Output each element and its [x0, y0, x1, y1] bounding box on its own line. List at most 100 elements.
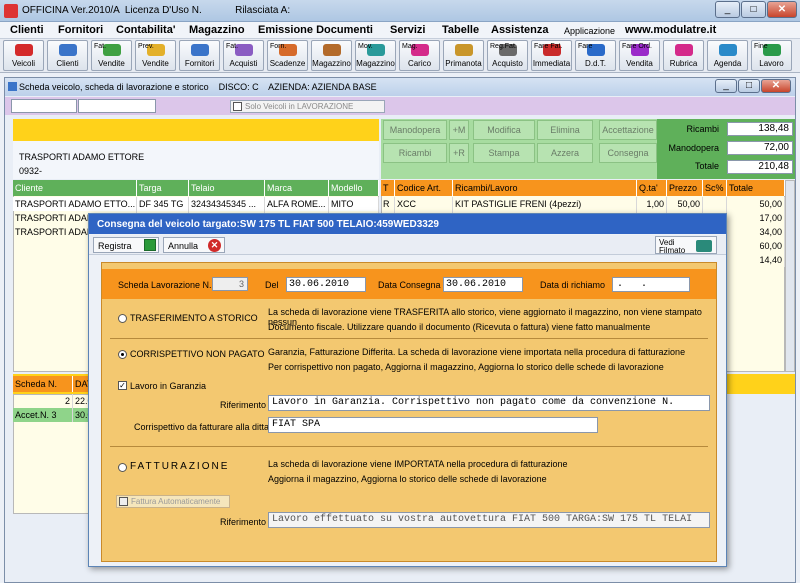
- prev-vendite-button[interactable]: Prev. Vendite: [135, 40, 176, 71]
- menu-servizi[interactable]: Servizi: [390, 24, 425, 36]
- rubrica-button[interactable]: Rubrica: [663, 40, 704, 71]
- client-name: TRASPORTI ADAMO ETTORE: [19, 152, 145, 162]
- menu-fornitori[interactable]: Fornitori: [58, 24, 103, 36]
- menu-website[interactable]: www.modulatre.it: [625, 24, 716, 36]
- fatturazione-label[interactable]: FATTURAZIONE: [130, 461, 229, 472]
- dialog-title-bar: Consegna del veicolo targato:SW 175 TL F…: [89, 214, 726, 234]
- menu-assistenza[interactable]: Assistenza: [491, 24, 548, 36]
- magazzino-button[interactable]: Magazzino: [311, 40, 352, 71]
- items-table-scrollbar[interactable]: [785, 180, 795, 372]
- primanota-button[interactable]: Primanota: [443, 40, 484, 71]
- mag-carico-button[interactable]: Mag. Carico: [399, 40, 440, 71]
- items-table-header-cell[interactable]: T: [381, 180, 395, 196]
- add-manodopera-button[interactable]: +M: [449, 120, 469, 140]
- elimina-button[interactable]: Elimina: [537, 120, 593, 140]
- forn-scadenze-button[interactable]: Forn. Scadenze: [267, 40, 308, 71]
- items-table-header-cell[interactable]: Prezzo: [667, 180, 703, 196]
- inner-close-button[interactable]: ✕: [761, 79, 791, 93]
- fattura-auto-toggle[interactable]: Fattura Automaticamente: [116, 495, 230, 508]
- modifica-button[interactable]: Modifica: [473, 120, 535, 140]
- corrispettivo-label[interactable]: CORRISPETTIVO NON PAGATO: [130, 349, 265, 359]
- clienti-icon: [58, 44, 77, 56]
- garanzia-label[interactable]: Lavoro in Garanzia: [130, 381, 206, 391]
- items-table-header-cell[interactable]: Codice Art.: [395, 180, 453, 196]
- mov-magazzino-button[interactable]: Mov. Magazzino: [355, 40, 396, 71]
- solo-veicoli-toggle[interactable]: Solo Veicoli in LAVORAZIONE: [230, 100, 385, 113]
- minimize-button[interactable]: _: [715, 1, 740, 18]
- forn-scadenze-label: Scadenze: [269, 60, 306, 68]
- ricambi-total-label: Ricambi: [686, 124, 719, 134]
- scheda-table-row[interactable]: 2 22.0: [13, 394, 93, 408]
- fat-vendite-label: Vendite: [98, 60, 125, 68]
- clienti-button[interactable]: Clienti: [47, 40, 88, 71]
- menu-tabelle[interactable]: Tabelle: [442, 24, 479, 36]
- riferimento-field-2[interactable]: Lavoro effettuato su vostra autovettura …: [268, 512, 710, 528]
- scheda-table-row[interactable]: Accet.N. 3 30.0: [13, 408, 93, 422]
- fattura-auto-checkbox[interactable]: [119, 497, 128, 506]
- del-date-field[interactable]: 30.06.2010: [286, 277, 366, 292]
- ricambi-button[interactable]: Ricambi: [383, 143, 447, 163]
- consegna-button[interactable]: Consegna: [599, 143, 657, 163]
- fare-fat-immediata-button[interactable]: Fare Fat. Immediata: [531, 40, 572, 71]
- manodopera-button[interactable]: Manodopera: [383, 120, 447, 140]
- add-ricambi-button[interactable]: +R: [449, 143, 469, 163]
- vehicle-table-header-cell[interactable]: Modello: [329, 180, 379, 196]
- scheda-table-header-cell[interactable]: Scheda N.: [13, 376, 73, 392]
- filter-field-2[interactable]: [78, 99, 156, 113]
- riferimento-field-1[interactable]: Lavoro in Garanzia. Corrispettivo non pa…: [268, 395, 710, 411]
- inner-maximize-button[interactable]: □: [738, 79, 760, 93]
- menu-clienti[interactable]: Clienti: [10, 24, 44, 36]
- fare-ord-vendita-label: Vendita: [626, 60, 653, 68]
- veicoli-button[interactable]: Veicoli: [3, 40, 44, 71]
- solo-veicoli-label: Solo Veicoli in LAVORAZIONE: [245, 102, 354, 111]
- fine-lavoro-button[interactable]: Fine Lavoro: [751, 40, 792, 71]
- garanzia-checkbox[interactable]: ✓: [118, 381, 127, 390]
- trasferimento-radio[interactable]: [118, 314, 127, 323]
- reg-fat-acquisto-button[interactable]: Reg.Fat. Acquisto: [487, 40, 528, 71]
- items-table-header-cell[interactable]: Ricambi/Lavoro: [453, 180, 637, 196]
- azzera-button[interactable]: Azzera: [537, 143, 593, 163]
- trasferimento-label[interactable]: TRASFERIMENTO A STORICO: [130, 313, 258, 323]
- scheda-table-cell: Accet.N. 3: [13, 408, 73, 422]
- menu-contabilita[interactable]: Contabilita': [116, 24, 175, 36]
- filter-field-1[interactable]: [11, 99, 77, 113]
- items-table-header-cell[interactable]: Totale: [727, 180, 785, 196]
- menu-bar: Clienti Fornitori Contabilita' Magazzino…: [0, 22, 800, 39]
- save-icon: [144, 239, 156, 251]
- items-table-row[interactable]: R XCC KIT PASTIGLIE FRENI (4pezzi) 1,00 50,0…: [381, 197, 785, 211]
- vehicle-table-header-cell[interactable]: Telaio: [189, 180, 265, 196]
- close-button[interactable]: ✕: [767, 1, 797, 18]
- items-table-header-cell[interactable]: Q.ta': [637, 180, 667, 196]
- inner-minimize-button[interactable]: _: [715, 79, 737, 93]
- fat-acquisti-button[interactable]: Fat. Acquisti: [223, 40, 264, 71]
- vehicle-table-header-cell[interactable]: Marca: [265, 180, 329, 196]
- vehicle-table-cell: TRASPORTI ADAMO ETTO...: [15, 197, 137, 211]
- menu-magazzino[interactable]: Magazzino: [189, 24, 245, 36]
- fat-vendite-button[interactable]: Fat. Vendite: [91, 40, 132, 71]
- agenda-button[interactable]: Agenda: [707, 40, 748, 71]
- menu-applicazione[interactable]: Applicazione: [564, 26, 615, 36]
- vehicle-table-row[interactable]: TRASPORTI ADAMO ETTO... DF 345 TG 32434345…: [13, 197, 379, 211]
- fatturazione-radio[interactable]: [118, 463, 127, 472]
- vehicle-table-header-cell[interactable]: Targa: [137, 180, 189, 196]
- fare-ddt-button[interactable]: Fare D.d.T.: [575, 40, 616, 71]
- menu-emissione-documenti[interactable]: Emissione Documenti: [258, 24, 373, 36]
- items-table-header-cell[interactable]: Sc%: [703, 180, 727, 196]
- fare-ord-vendita-button[interactable]: Fare Ord. Vendita: [619, 40, 660, 71]
- corrispettivo-radio[interactable]: [118, 350, 127, 359]
- annulla-button[interactable]: Annulla ✕: [163, 237, 225, 253]
- vehicle-table-header-cell[interactable]: Cliente: [13, 180, 137, 196]
- mag-carico-label-top: Mag.: [402, 43, 418, 50]
- stampa-button[interactable]: Stampa: [473, 143, 535, 163]
- vedi-filmato-button[interactable]: Vedi Filmato: [655, 236, 717, 255]
- registra-button[interactable]: Registra: [93, 237, 159, 253]
- fare-fat-immediata-label: Immediata: [532, 60, 571, 68]
- fornitori-button[interactable]: Fornitori: [179, 40, 220, 71]
- ditta-field[interactable]: FIAT SPA: [268, 417, 598, 433]
- data-consegna-field[interactable]: 30.06.2010: [443, 277, 523, 292]
- data-richiamo-field[interactable]: . .: [612, 277, 690, 292]
- accettazione-button[interactable]: Accettazione: [599, 120, 657, 140]
- maximize-button[interactable]: □: [741, 1, 766, 18]
- solo-veicoli-checkbox[interactable]: [233, 102, 242, 111]
- items-table-cell: 50,00: [667, 197, 703, 211]
